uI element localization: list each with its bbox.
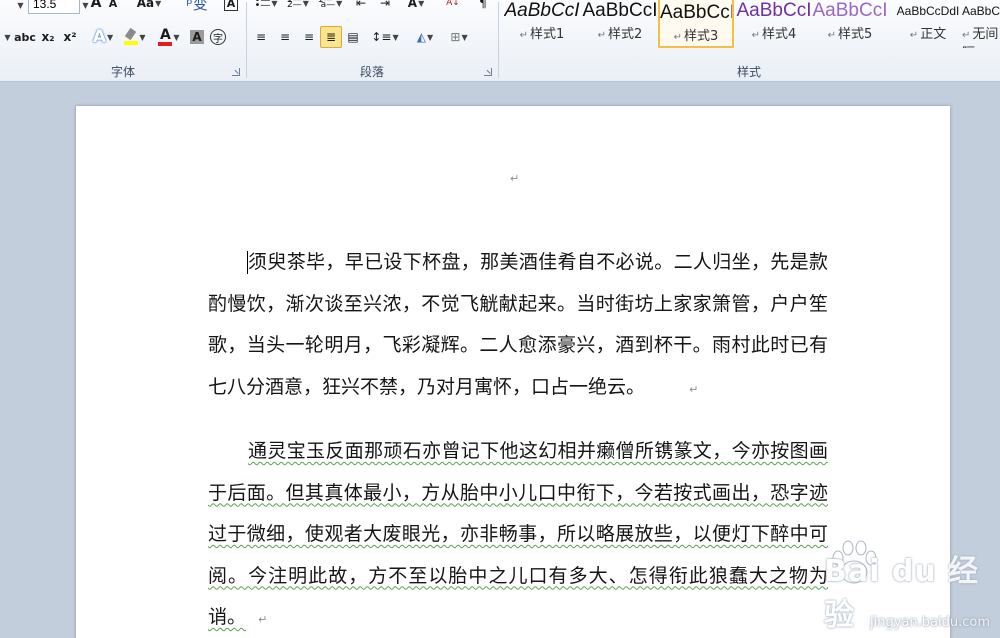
highlight-color-button[interactable]: ▼	[120, 26, 150, 48]
align-left-icon[interactable]: ≡	[250, 26, 272, 48]
sort-icon[interactable]: A↓	[442, 0, 464, 14]
change-case-button[interactable]: Aa ▼	[136, 0, 162, 14]
clear-format-arrow[interactable]: ▼	[2, 26, 12, 48]
shading-button[interactable]: ◭ ▼	[410, 26, 440, 48]
enclose-char-icon: 字	[210, 29, 226, 45]
baidu-jingyan-watermark: Bai du 经验 jingyan.baidu.com	[824, 526, 994, 636]
document-page[interactable]: ↵ 须臾茶毕，早已设下杯盘，那美酒佳肴自不必说。二人归坐，先是款酌慢饮，渐次谈至…	[76, 106, 950, 638]
char-shading-icon: A	[190, 30, 204, 44]
numbering-button[interactable]: 1— 2— ▼	[284, 0, 312, 14]
text-cursor	[247, 251, 248, 274]
char-border-icon[interactable]: A	[222, 0, 240, 14]
style-gallery: AaBbCcI ↵ 样式1 AaBbCcI ↵ 样式2 AaBbCcI ↵ 样式3 A…	[502, 0, 1000, 50]
text-effect-button[interactable]: A ▼	[88, 26, 118, 48]
borders-button[interactable]: ⊞ ▼	[444, 26, 474, 48]
style-item-2[interactable]: AaBbCcI ↵ 样式2	[582, 0, 658, 48]
paragraph-dialog-launcher-icon[interactable]	[484, 68, 492, 76]
change-case-label: Aa	[136, 0, 155, 10]
paragraph-1-text: 须臾茶毕，早已设下杯盘，那美酒佳肴自不必说。二人归坐，先是款酌慢饮，渐次谈至兴浓…	[208, 251, 828, 398]
style-item-4[interactable]: AaBbCcI ↵ 样式4	[736, 0, 812, 48]
multilevel-list-icon: 1— a—	[317, 0, 336, 10]
paragraph-mark: ↵	[510, 172, 520, 185]
watermark-url: jingyan.baidu.com	[870, 615, 990, 630]
font-color-button[interactable]: A ▼	[154, 26, 184, 48]
line-spacing-icon: ↕≡	[371, 30, 392, 44]
superscript-button[interactable]: x²	[60, 26, 80, 48]
style-sample: AaBbCcI	[582, 0, 658, 21]
styles-group-label: 样式	[736, 65, 761, 79]
style-name: ↵ 样式1	[519, 27, 565, 42]
numbering-icon: 1— 2—	[287, 0, 302, 10]
style-item-normal[interactable]: AaBbCcDdI ↵ 正文	[890, 0, 966, 48]
font-dialog-launcher-icon[interactable]	[232, 68, 240, 76]
document-body[interactable]: 须臾茶毕，早已设下杯盘，那美酒佳肴自不必说。二人归坐，先是款酌慢饮，渐次谈至兴浓…	[208, 242, 828, 638]
increase-indent-icon[interactable]: ⇥	[374, 0, 396, 14]
paragraph-mark: ↵	[689, 382, 699, 396]
font-color-icon: A	[158, 28, 173, 46]
paragraph-1[interactable]: 须臾茶毕，早已设下杯盘，那美酒佳肴自不必说。二人归坐，先是款酌慢饮，渐次谈至兴浓…	[208, 242, 828, 410]
style-name: ↵ 样式3	[673, 29, 719, 44]
bullets-button[interactable]: •— •— ▼	[252, 0, 280, 14]
style-item-no-spacing[interactable]: AaBbCcDd ↵无间隔	[962, 0, 1000, 48]
style-sample: AaBbCcI	[504, 0, 580, 21]
ribbon: ▼ 13.5 ▼ A A Aa ▼ ᵖ变 A ▼ abc x₂ x² A ▼ ▼ A…	[0, 0, 1000, 82]
strikethrough-button[interactable]: abc	[14, 26, 36, 48]
char-shading-button[interactable]: A	[188, 26, 206, 48]
style-name: ↵ 正文	[909, 27, 947, 42]
styles-group: AaBbCcI ↵ 样式1 AaBbCcI ↵ 样式2 AaBbCcI ↵ 样式3 A…	[498, 0, 1000, 82]
style-sample: AaBbCcI	[812, 0, 888, 21]
bullets-icon: •— •—	[254, 0, 271, 11]
font-size-input[interactable]: 13.5	[28, 0, 80, 14]
show-marks-icon[interactable]: ¶	[474, 0, 492, 14]
style-item-3[interactable]: AaBbCcI ↵ 样式3	[658, 0, 734, 48]
paragraph-group: •— •— ▼ 1— 2— ▼ 1— a— ▼ ⇤ ⇥ A ▼ A↓ ¶ ≡ ≡ ≡ ≣ ▤…	[246, 0, 498, 82]
style-sample: AaBbCcI	[736, 0, 812, 21]
align-center-icon[interactable]: ≡	[274, 26, 296, 48]
paragraph-group-label: 段落	[359, 65, 384, 79]
style-sample: AaBbCcI	[660, 2, 732, 23]
style-item-5[interactable]: AaBbCcI ↵ 样式5	[812, 0, 888, 48]
justify-icon[interactable]: ≣	[320, 26, 342, 48]
style-sample: AaBbCcDdI	[896, 4, 960, 18]
style-name: ↵ 样式4	[751, 27, 797, 42]
paragraph-2-text: 通灵宝玉反面那顽石亦曾记下他这幻相并癞僧所镌篆文，今亦按图画于后面。但其真体最小…	[208, 440, 828, 628]
phonetic-guide-icon[interactable]: ᵖ变	[174, 0, 220, 14]
font-name-dropdown-arrow[interactable]: ▼	[14, 0, 26, 16]
paragraph-2[interactable]: 通灵宝玉反面那顽石亦曾记下他这幻相并癞僧所镌篆文，今亦按图画于后面。但其真体最小…	[208, 431, 828, 638]
distributed-align-icon[interactable]: ▤	[342, 26, 364, 48]
enclose-char-button[interactable]: 字	[208, 26, 228, 48]
chinese-layout-icon[interactable]: A ▼	[402, 0, 430, 14]
document-area[interactable]: ↵ 须臾茶毕，早已设下杯盘，那美酒佳肴自不必说。二人归坐，先是款酌慢饮，渐次谈至…	[0, 82, 1000, 638]
grow-font-button[interactable]: A	[88, 0, 104, 14]
align-right-icon[interactable]: ≡	[298, 26, 320, 48]
line-spacing-button[interactable]: ↕≡ ▼	[370, 26, 400, 48]
multilevel-list-button[interactable]: 1— a— ▼	[316, 0, 344, 14]
style-name: ↵ 样式5	[827, 27, 873, 42]
style-sample: AaBbCcDd	[962, 4, 1000, 18]
borders-icon: ⊞	[450, 30, 461, 44]
style-item-1[interactable]: AaBbCcI ↵ 样式1	[504, 0, 580, 48]
style-name: ↵ 样式2	[597, 27, 643, 42]
style-name: ↵无间隔	[962, 27, 999, 48]
decrease-indent-icon[interactable]: ⇤	[350, 0, 372, 14]
shrink-font-button[interactable]: A	[106, 0, 120, 14]
text-effect-icon: A	[92, 27, 106, 47]
subscript-button[interactable]: x₂	[38, 26, 58, 48]
paint-bucket-icon: ◭	[416, 30, 427, 44]
font-group-label: 字体	[110, 65, 135, 79]
highlighter-icon	[124, 27, 139, 45]
paragraph-mark: ↵	[258, 613, 268, 626]
font-group: ▼ 13.5 ▼ A A Aa ▼ ᵖ变 A ▼ abc x₂ x² A ▼ ▼ A…	[0, 0, 246, 82]
